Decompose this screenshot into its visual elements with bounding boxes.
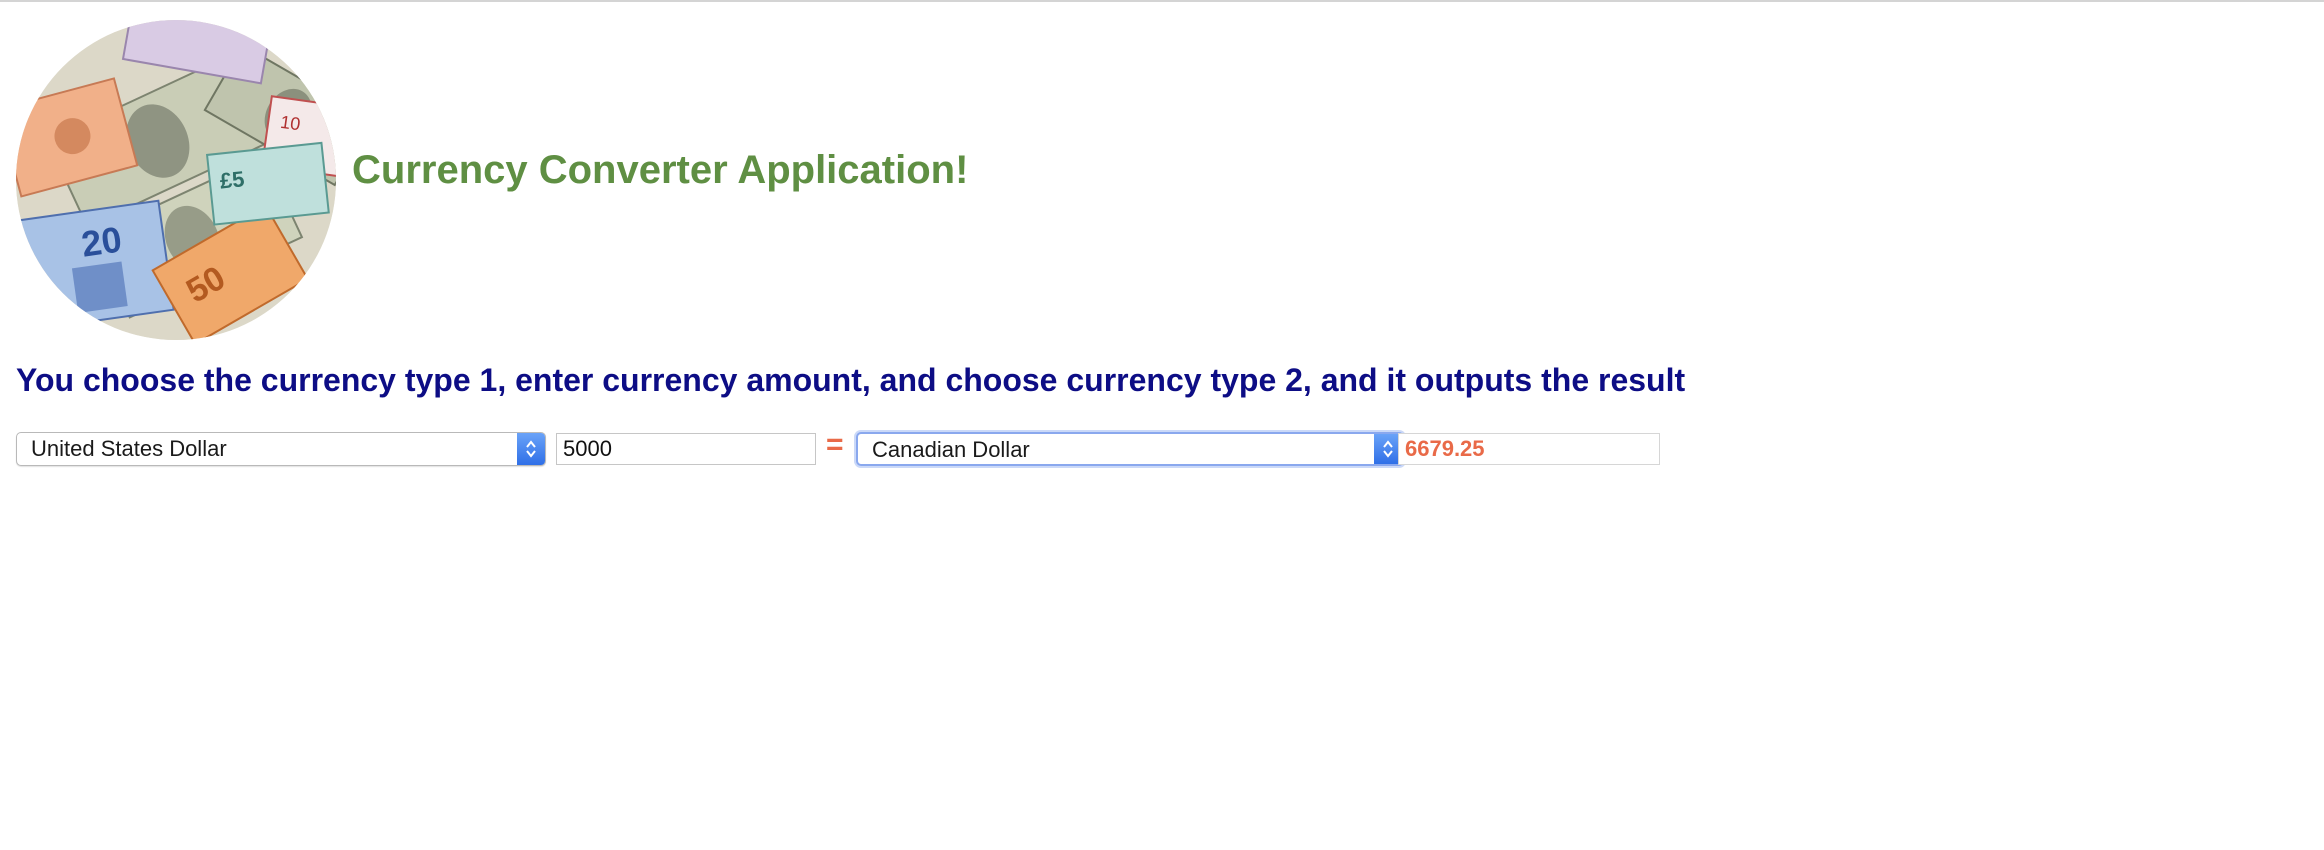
to-currency-value: Canadian Dollar bbox=[872, 437, 1030, 462]
top-divider bbox=[0, 0, 2324, 2]
from-currency-value: United States Dollar bbox=[31, 436, 227, 461]
equals-sign: = bbox=[826, 428, 844, 461]
svg-text:20: 20 bbox=[79, 218, 124, 264]
select-arrows-icon bbox=[517, 433, 545, 465]
header: 10 20 50 £5 bbox=[16, 20, 336, 340]
instructions-text: You choose the currency type 1, enter cu… bbox=[16, 362, 1686, 398]
currency-banknotes-logo: 10 20 50 £5 bbox=[16, 20, 336, 340]
converter-row: United States Dollar 5000 = Canadian Dol… bbox=[16, 428, 2316, 468]
svg-text:10: 10 bbox=[279, 112, 302, 135]
to-currency-select[interactable]: Canadian Dollar bbox=[856, 432, 1404, 466]
from-currency-select[interactable]: United States Dollar bbox=[16, 432, 546, 466]
amount-input[interactable]: 5000 bbox=[556, 433, 816, 465]
app-title: Currency Converter Application! bbox=[352, 148, 969, 192]
svg-text:£5: £5 bbox=[219, 166, 246, 193]
result-output: 6679.25 bbox=[1398, 433, 1660, 465]
